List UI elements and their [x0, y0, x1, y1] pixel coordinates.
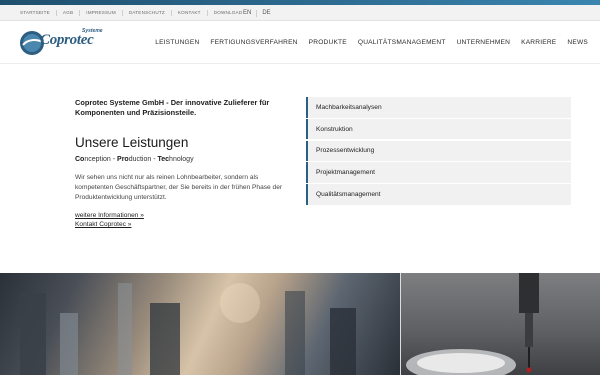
tagline-nception: nception -	[84, 156, 118, 163]
tagline-co: Co	[75, 156, 85, 163]
site-header: Coprotec Systeme LEISTUNGEN FERTIGUNGSVE…	[0, 22, 600, 64]
utility-link-kontakt[interactable]: KONTAKT	[172, 10, 208, 16]
utility-link-impressum[interactable]: IMPRESSUM	[80, 10, 123, 16]
hero-image-tools	[0, 273, 400, 375]
nav-fertigungsverfahren[interactable]: FERTIGUNGSVERFAHREN	[210, 39, 297, 46]
nav-unternehmen[interactable]: UNTERNEHMEN	[457, 39, 511, 46]
utility-links: STARTSEITE AGB IMPRESSUM DATENSCHUTZ KON…	[14, 5, 248, 21]
tool-shapes-illustration	[20, 283, 356, 375]
service-item-projektmanagement[interactable]: Projektmanagement	[306, 162, 571, 183]
nav-produkte[interactable]: PRODUKTE	[309, 39, 347, 46]
nav-qualitaetsmanagement[interactable]: QUALITÄTSMANAGEMENT	[358, 39, 446, 46]
intro-lead: Coprotec Systeme GmbH - Der innovative Z…	[75, 98, 270, 117]
site-logo[interactable]: Coprotec Systeme	[19, 28, 103, 58]
tagline-pro: Pro	[117, 156, 129, 163]
page: STARTSEITE AGB IMPRESSUM DATENSCHUTZ KON…	[0, 0, 600, 375]
intro-section: Coprotec Systeme GmbH - Der innovative Z…	[75, 98, 295, 229]
service-item-konstruktion[interactable]: Konstruktion	[306, 118, 571, 140]
tagline-duction: duction -	[128, 156, 158, 163]
logo-wordmark: Coprotec	[40, 32, 94, 48]
language-switcher: EN DE	[238, 5, 276, 21]
contact-link[interactable]: Kontakt Coprotec »	[75, 220, 295, 229]
probe-illustration	[406, 273, 539, 375]
utility-link-startseite[interactable]: STARTSEITE	[14, 10, 57, 16]
tagline: Conception - Production - Technology	[75, 156, 295, 163]
language-de[interactable]: DE	[256, 9, 275, 17]
more-info-link[interactable]: weitere Informationen »	[75, 211, 295, 220]
services-list: Machbarkeitsanalysen Konstruktion Prozes…	[306, 97, 571, 206]
hero-image-strip	[0, 273, 600, 375]
nav-leistungen[interactable]: LEISTUNGEN	[155, 39, 199, 46]
tagline-hnology: hnology	[169, 156, 194, 163]
service-item-qualitaetsmanagement[interactable]: Qualitätsmanagement	[306, 184, 571, 205]
hero-image-measuring	[400, 273, 600, 375]
utility-link-agb[interactable]: AGB	[57, 10, 81, 16]
intro-description: Wir sehen uns nicht nur als reinen Lohnb…	[75, 174, 283, 201]
language-en[interactable]: EN	[238, 10, 256, 17]
utility-link-datenschutz[interactable]: DATENSCHUTZ	[123, 10, 172, 16]
service-item-prozessentwicklung[interactable]: Prozessentwicklung	[306, 140, 571, 162]
utility-bar: STARTSEITE AGB IMPRESSUM DATENSCHUTZ KON…	[0, 5, 600, 21]
nav-news[interactable]: NEWS	[567, 39, 588, 46]
tagline-tec: Tec	[157, 156, 170, 163]
service-item-machbarkeitsanalysen[interactable]: Machbarkeitsanalysen	[306, 97, 571, 118]
intro-links: weitere Informationen » Kontakt Coprotec…	[75, 211, 295, 229]
main-nav: LEISTUNGEN FERTIGUNGSVERFAHREN PRODUKTE …	[144, 39, 588, 46]
nav-karriere[interactable]: KARRIERE	[521, 39, 556, 46]
page-title: Unsere Leistungen	[75, 135, 189, 150]
logo-suffix: Systeme	[82, 28, 103, 34]
